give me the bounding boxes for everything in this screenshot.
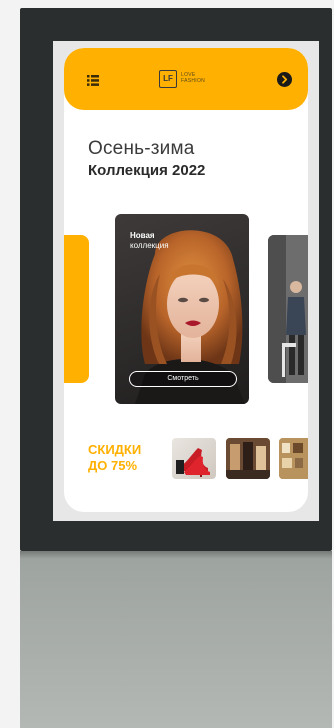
collection-title: Коллекция 2022 (88, 162, 206, 179)
season-title: Осень-зима (88, 138, 195, 159)
logo-text: LOVE FASHION (181, 72, 206, 84)
carousel-slide-next[interactable] (268, 235, 308, 383)
red-heels-image (176, 448, 210, 477)
product-thumbnail-shoes[interactable] (172, 438, 216, 479)
sale-title[interactable]: СКИДКИ ДО 75% (88, 442, 141, 474)
sale-line-1: СКИДКИ (88, 442, 142, 457)
app-screen: LF LOVE FASHION Осень-зима Коллекция 202… (64, 48, 308, 512)
store-interior-image (226, 438, 270, 479)
logo-mark: LF (159, 70, 177, 88)
carousel-slide-current[interactable]: Новая коллекция Смотреть (115, 214, 249, 404)
product-thumbnail-shelves[interactable] (279, 438, 308, 479)
slide-label: Новая коллекция (130, 231, 169, 251)
header-bar: LF LOVE FASHION (64, 48, 308, 110)
sale-line-2: ДО 75% (88, 458, 138, 473)
brand-logo[interactable]: LF LOVE FASHION (159, 70, 221, 90)
slide-label-bold: Новая (130, 231, 155, 240)
slide-label-rest: коллекция (130, 241, 169, 250)
kiosk-base-shadow (20, 551, 332, 559)
arrow-right-circle-icon[interactable] (277, 72, 292, 87)
product-thumbnail-store[interactable] (226, 438, 270, 479)
kiosk-base (20, 551, 332, 728)
model-photo-image (268, 235, 308, 383)
watch-collection-button[interactable]: Смотреть (129, 371, 237, 387)
shelves-image (279, 438, 308, 479)
list-menu-icon[interactable] (87, 75, 99, 86)
carousel-slide-previous[interactable] (64, 235, 89, 383)
